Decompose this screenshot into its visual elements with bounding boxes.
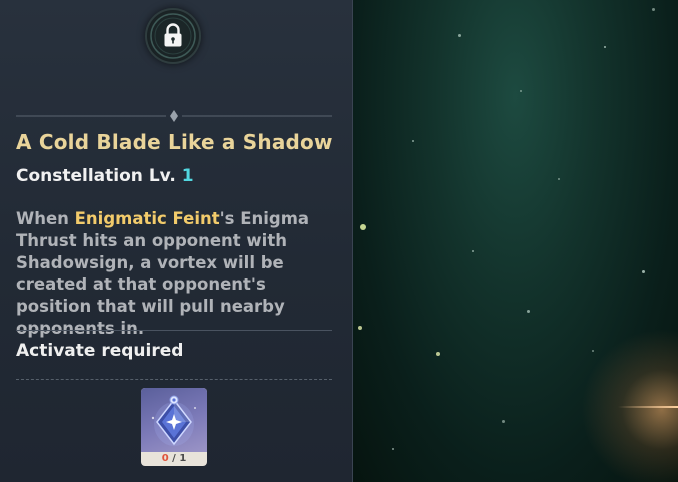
star <box>652 8 655 11</box>
divider <box>16 330 332 331</box>
level-label: Constellation Lv. <box>16 166 176 186</box>
item-count-sep: / <box>168 453 180 464</box>
requirement-label: Activate required <box>16 341 184 361</box>
constellation-description: When Enigmatic Feint's Enigma Thrust hit… <box>16 208 346 340</box>
star <box>642 270 645 273</box>
constellation-level: Constellation Lv. 1 <box>16 166 194 186</box>
item-count-need: 1 <box>179 453 187 464</box>
desc-highlight-skill: Enigmatic Feint <box>74 209 220 228</box>
dashed-divider <box>16 379 332 380</box>
star <box>436 352 440 356</box>
star <box>558 178 560 180</box>
constellation-material-slot[interactable]: 0 / 1 <box>141 388 207 466</box>
star <box>527 310 530 313</box>
locked-constellation-node[interactable] <box>145 8 201 64</box>
ornament-divider <box>16 110 332 122</box>
lock-icon <box>150 13 196 59</box>
desc-prefix: When <box>16 209 75 228</box>
star <box>358 326 362 330</box>
star <box>412 140 414 142</box>
constellation-detail-panel: A Cold Blade Like a Shadow Constellation… <box>0 0 353 482</box>
star <box>392 448 394 450</box>
star <box>520 90 522 92</box>
constellation-title: A Cold Blade Like a Shadow <box>16 130 333 154</box>
constellation-item-icon <box>151 395 196 446</box>
desc-suffix: 's Enigma Thrust hits an opponent with S… <box>16 209 310 338</box>
item-background <box>141 388 207 452</box>
constellation-background <box>352 0 678 482</box>
item-count: 0 / 1 <box>141 452 207 466</box>
star <box>502 420 505 423</box>
star <box>604 46 606 48</box>
star <box>592 350 594 352</box>
level-value: 1 <box>181 166 194 186</box>
light-flare <box>618 406 678 408</box>
star <box>360 224 366 230</box>
star <box>472 250 474 252</box>
star <box>458 34 461 37</box>
item-count-have: 0 <box>161 453 169 464</box>
